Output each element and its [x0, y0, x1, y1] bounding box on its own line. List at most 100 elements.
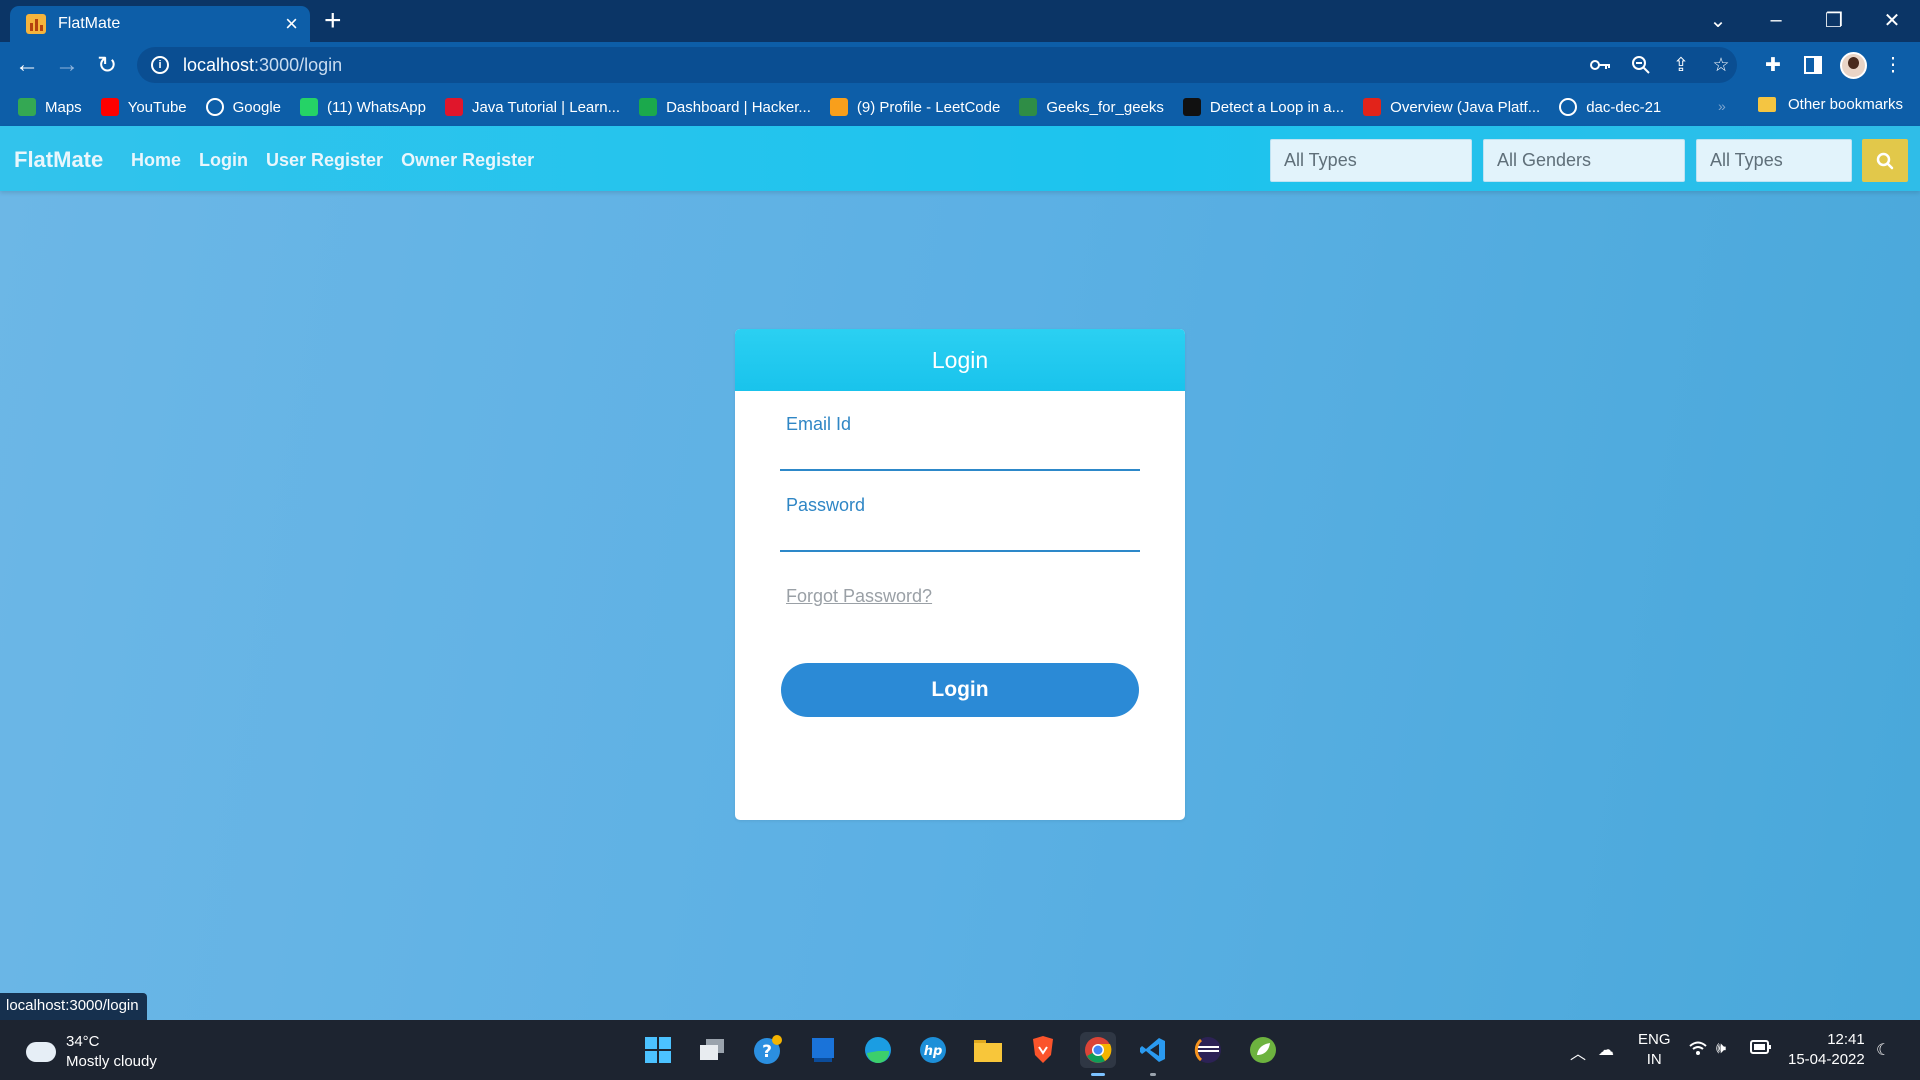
- hp-icon[interactable]: hp: [915, 1032, 951, 1068]
- login-card-title: Login: [735, 329, 1185, 391]
- bookmark-item[interactable]: Google: [205, 98, 281, 116]
- task-view-icon[interactable]: [694, 1032, 730, 1068]
- app-navbar: FlatMate Home Login User Register Owner …: [0, 126, 1920, 191]
- tab-strip: FlatMate × + ⌄ – ❐ ✕: [0, 0, 1920, 42]
- bookmark-item[interactable]: dac-dec-21: [1559, 98, 1661, 116]
- bookmark-label: Dashboard | Hacker...: [666, 98, 811, 116]
- web-page: FlatMate Home Login User Register Owner …: [0, 126, 1920, 1020]
- type2-filter-select[interactable]: All Types: [1696, 139, 1852, 182]
- forward-arrow-icon[interactable]: →: [52, 50, 82, 80]
- leetcode-icon: [829, 98, 848, 116]
- key-icon[interactable]: [1588, 52, 1614, 78]
- site-info-icon[interactable]: i: [151, 56, 169, 74]
- forgot-password-link[interactable]: Forgot Password?: [786, 586, 932, 607]
- youtube-icon: [100, 98, 119, 116]
- back-arrow-icon[interactable]: ←: [12, 50, 42, 80]
- nav-owner-register-link[interactable]: Owner Register: [401, 150, 534, 171]
- side-panel-icon[interactable]: [1800, 52, 1826, 78]
- spring-icon[interactable]: [1245, 1032, 1281, 1068]
- google-icon: [205, 98, 224, 116]
- browser-toolbar: ← → ↻ i localhost:3000/login ⇪ ☆ ✚ ⋮: [0, 42, 1920, 88]
- oracle-icon: [1363, 98, 1382, 116]
- help-icon[interactable]: ?: [750, 1032, 786, 1068]
- bookmark-label: Detect a Loop in a...: [1209, 98, 1345, 116]
- minimize-icon[interactable]: –: [1748, 0, 1804, 40]
- bookmark-label: dac-dec-21: [1586, 98, 1662, 116]
- extensions-icon[interactable]: ✚: [1760, 52, 1786, 78]
- nav-user-register-link[interactable]: User Register: [266, 150, 383, 171]
- wifi-icon[interactable]: [1688, 1040, 1708, 1061]
- whatsapp-icon: [300, 98, 319, 116]
- brand-logo[interactable]: FlatMate: [14, 147, 103, 173]
- weather-widget[interactable]: 34°C Mostly cloudy: [23, 1032, 157, 1072]
- desktop-app-icon[interactable]: [805, 1032, 841, 1068]
- bookmark-item[interactable]: Dashboard | Hacker...: [639, 98, 811, 116]
- browser-tab[interactable]: FlatMate ×: [10, 6, 310, 42]
- eclipse-icon[interactable]: [1190, 1032, 1226, 1068]
- bookmarks-bar: Maps YouTube Google (11) WhatsApp Java Tutor…: [0, 88, 1920, 126]
- file-explorer-icon[interactable]: [970, 1032, 1006, 1068]
- system-clock[interactable]: 12:41 15-04-2022: [1788, 1030, 1865, 1070]
- url-text: localhost:3000/login: [183, 54, 343, 75]
- folder-icon: [1758, 97, 1776, 112]
- language-indicator[interactable]: ENG IN: [1638, 1030, 1671, 1070]
- new-tab-button[interactable]: +: [324, 6, 342, 36]
- bookmark-label: (9) Profile - LeetCode: [856, 98, 1001, 116]
- nav-home-link[interactable]: Home: [131, 150, 181, 171]
- bookmark-label: (11) WhatsApp: [327, 98, 426, 116]
- profile-avatar[interactable]: [1840, 52, 1867, 79]
- hackerrank-icon: [639, 98, 658, 116]
- nav-login-link[interactable]: Login: [199, 150, 248, 171]
- reload-icon[interactable]: ↻: [92, 50, 122, 80]
- svg-text:hp: hp: [924, 1044, 943, 1059]
- show-hidden-icons-chevron-icon[interactable]: ︿: [1570, 1040, 1586, 1064]
- search-icon: [1876, 152, 1894, 169]
- login-button[interactable]: Login: [781, 663, 1139, 717]
- password-label: Password: [786, 495, 866, 515]
- zoom-icon[interactable]: [1628, 52, 1654, 78]
- tab-close-icon[interactable]: ×: [285, 13, 298, 35]
- clock-date: 15-04-2022: [1788, 1051, 1865, 1068]
- tab-search-icon[interactable]: ⌄: [1690, 0, 1746, 40]
- notifications-moon-icon[interactable]: ☾: [1876, 1040, 1890, 1060]
- status-url-bubble: localhost:3000/login: [0, 993, 147, 1020]
- restore-icon[interactable]: ❐: [1806, 0, 1862, 40]
- address-bar[interactable]: i localhost:3000/login: [137, 47, 1737, 83]
- bookmarks-overflow-chevron[interactable]: »: [1718, 98, 1726, 114]
- cloud-icon: [23, 1035, 56, 1062]
- other-bookmarks-folder[interactable]: Other bookmarks: [1758, 96, 1903, 113]
- gender-filter-select[interactable]: All Genders: [1483, 139, 1685, 182]
- bookmark-item[interactable]: (9) Profile - LeetCode: [829, 98, 1001, 116]
- menu-kebab-icon[interactable]: ⋮: [1880, 52, 1906, 78]
- weather-condition: Mostly cloudy: [66, 1053, 157, 1070]
- volume-icon[interactable]: 🕪: [1716, 1040, 1726, 1058]
- edge-icon[interactable]: [860, 1032, 896, 1068]
- bookmark-item[interactable]: Maps: [18, 98, 82, 116]
- email-field[interactable]: [780, 441, 1140, 471]
- bookmark-item[interactable]: (11) WhatsApp: [300, 98, 426, 116]
- bookmark-star-icon[interactable]: ☆: [1708, 52, 1734, 78]
- bookmark-item[interactable]: Overview (Java Platf...: [1363, 98, 1540, 116]
- bookmark-item[interactable]: Geeks_for_geeks: [1019, 98, 1164, 116]
- close-window-icon[interactable]: ✕: [1864, 0, 1920, 40]
- vscode-icon[interactable]: [1135, 1032, 1171, 1076]
- email-label: Email Id: [786, 414, 852, 434]
- bookmark-label: Java Tutorial | Learn...: [471, 98, 621, 116]
- brave-icon[interactable]: [1025, 1032, 1061, 1068]
- bookmark-item[interactable]: Java Tutorial | Learn...: [444, 98, 621, 116]
- bookmark-label: Geeks_for_geeks: [1046, 98, 1164, 116]
- bookmark-item[interactable]: YouTube: [100, 98, 187, 116]
- share-icon[interactable]: ⇪: [1668, 52, 1694, 78]
- start-icon[interactable]: [640, 1032, 676, 1068]
- search-button[interactable]: [1862, 139, 1908, 182]
- password-field[interactable]: [780, 522, 1140, 552]
- type-filter-select[interactable]: All Types: [1270, 139, 1472, 182]
- battery-icon[interactable]: [1750, 1040, 1772, 1059]
- geeksforgeeks-icon: [1019, 98, 1038, 116]
- login-card: Login Email Id Password Forgot Password?…: [735, 329, 1185, 820]
- bookmark-item[interactable]: Detect a Loop in a...: [1182, 98, 1345, 116]
- chrome-icon[interactable]: [1080, 1032, 1116, 1076]
- javatutorial-icon: [444, 98, 463, 116]
- svg-text:?: ?: [762, 1042, 772, 1062]
- onedrive-cloud-icon[interactable]: ☁: [1598, 1040, 1614, 1060]
